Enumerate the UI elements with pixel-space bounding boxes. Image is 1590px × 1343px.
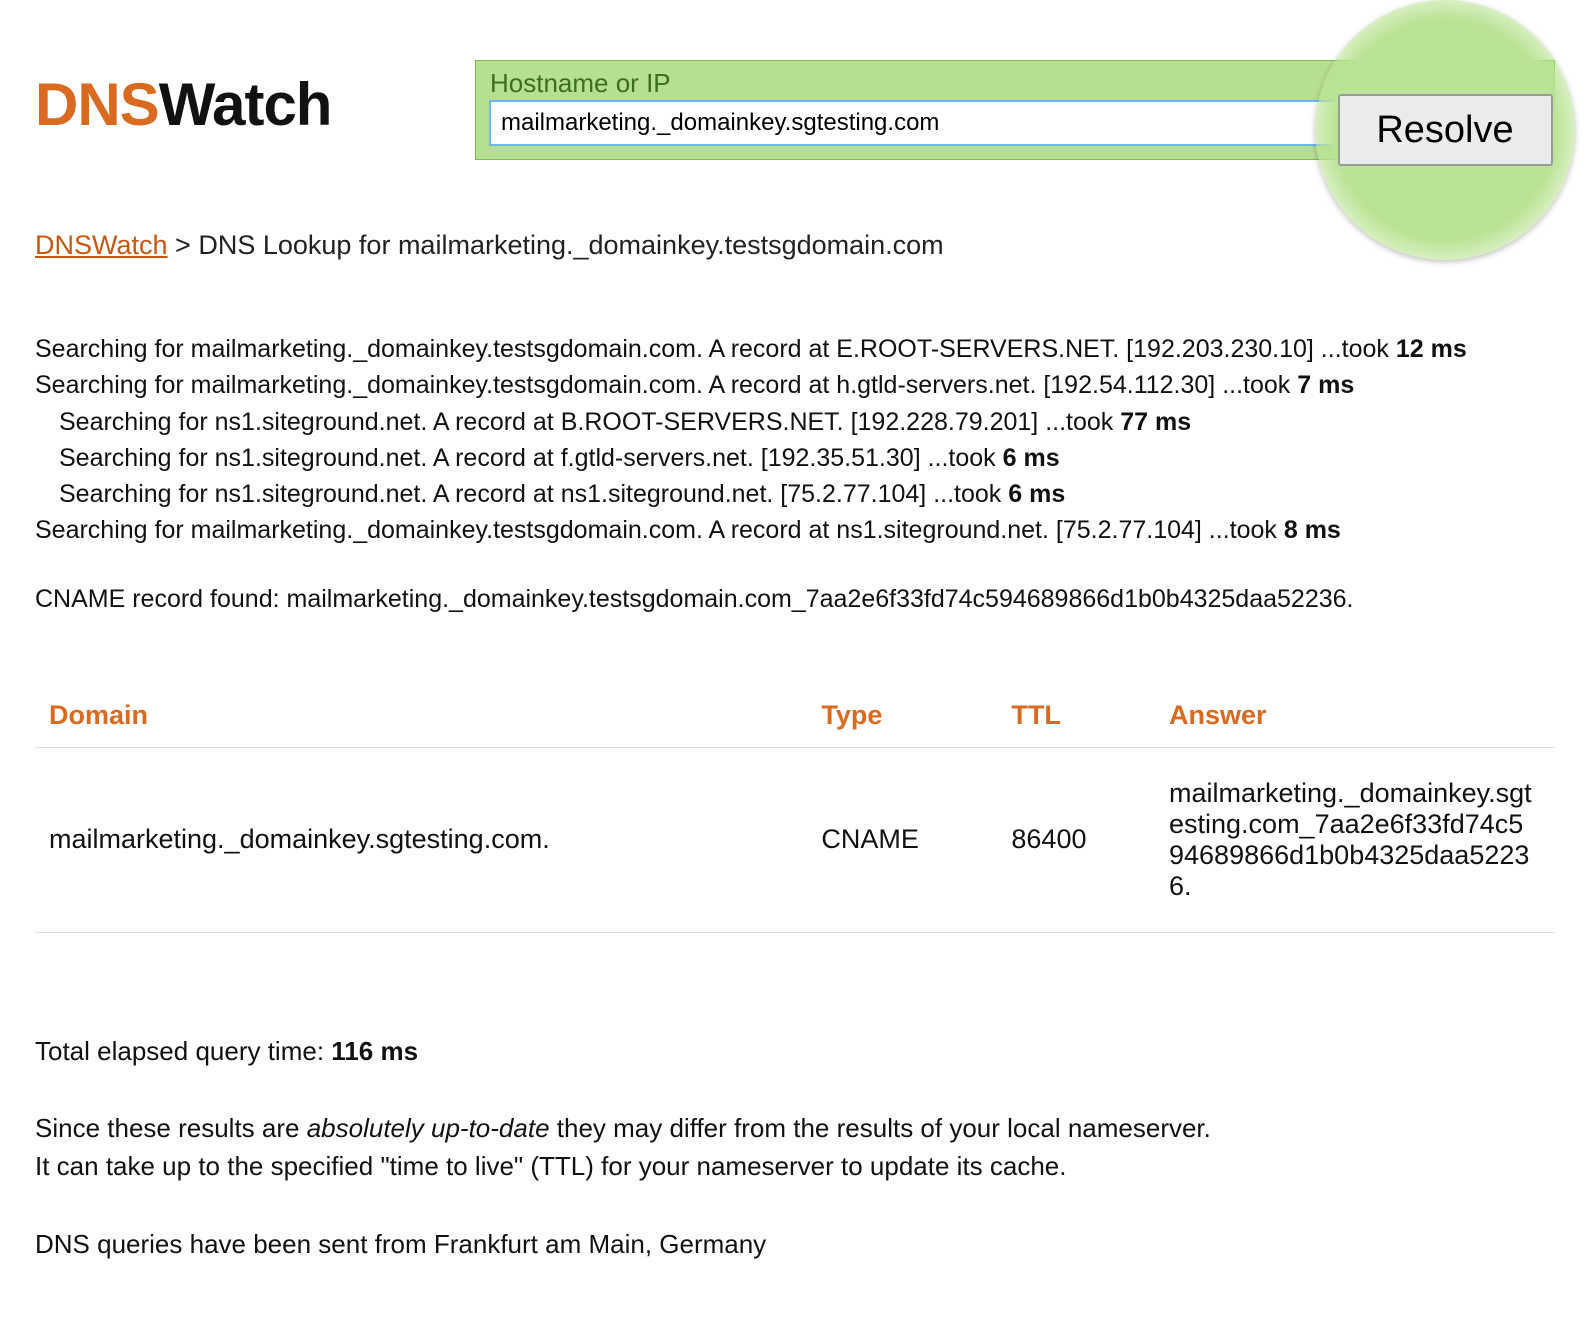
cell-answer: mailmarketing._domainkey.sgtesting.com_7…	[1155, 747, 1555, 932]
trace-row: Searching for ns1.siteground.net. A reco…	[35, 440, 1555, 476]
hostname-input[interactable]	[490, 101, 1418, 145]
trace-row: Searching for ns1.siteground.net. A reco…	[35, 476, 1555, 512]
results-note: Since these results are absolutely up-to…	[35, 1110, 1555, 1185]
elapsed-time: Total elapsed query time: 116 ms	[35, 1033, 1555, 1071]
logo-dns: DNS	[35, 71, 159, 138]
trace-row: Searching for mailmarketing._domainkey.t…	[35, 367, 1555, 403]
table-row: mailmarketing._domainkey.sgtesting.com.C…	[35, 747, 1555, 932]
breadcrumb-home-link[interactable]: DNSWatch	[35, 230, 168, 260]
hostname-label: Hostname or IP	[490, 68, 1418, 99]
resolve-highlight-circle: Resolve	[1315, 0, 1575, 260]
trace-row: Searching for ns1.siteground.net. A reco…	[35, 404, 1555, 440]
col-domain: Domain	[35, 684, 807, 748]
cname-found-line: CNAME record found: mailmarketing._domai…	[35, 585, 1555, 614]
breadcrumb: DNSWatch > DNS Lookup for mailmarketing.…	[35, 230, 1555, 261]
logo-watch: Watch	[159, 71, 332, 138]
col-answer: Answer	[1155, 684, 1555, 748]
breadcrumb-page: DNS Lookup for mailmarketing._domainkey.…	[198, 230, 943, 260]
resolve-button[interactable]: Resolve	[1338, 94, 1553, 166]
table-header-row: Domain Type TTL Answer	[35, 684, 1555, 748]
cell-ttl: 86400	[997, 747, 1155, 932]
trace-row: Searching for mailmarketing._domainkey.t…	[35, 512, 1555, 548]
sent-from: DNS queries have been sent from Frankfur…	[35, 1226, 1555, 1264]
trace-log: Searching for mailmarketing._domainkey.t…	[35, 331, 1555, 549]
answer-table: Domain Type TTL Answer mailmarketing._do…	[35, 684, 1555, 933]
cell-domain: mailmarketing._domainkey.sgtesting.com.	[35, 747, 807, 932]
cell-type: CNAME	[807, 747, 997, 932]
logo: DNSWatch	[35, 70, 331, 139]
header: DNSWatch Hostname or IP Type A Resolve	[35, 30, 1555, 170]
col-type: Type	[807, 684, 997, 748]
col-ttl: TTL	[997, 684, 1155, 748]
footer-block: Total elapsed query time: 116 ms Since t…	[35, 1033, 1555, 1264]
trace-row: Searching for mailmarketing._domainkey.t…	[35, 331, 1555, 367]
